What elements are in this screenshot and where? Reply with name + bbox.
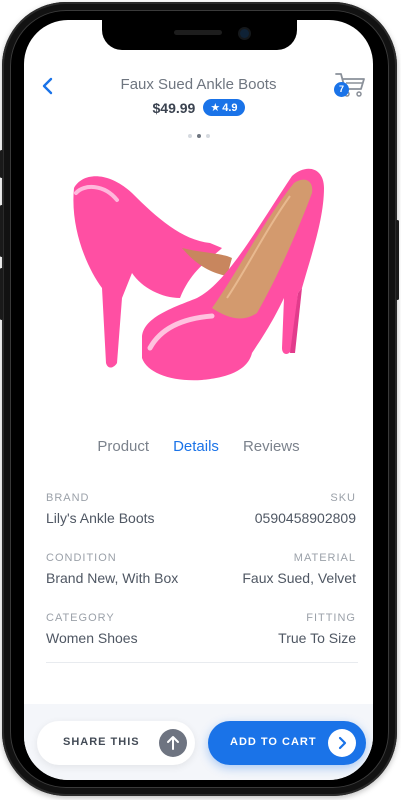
- phone-notch: [102, 20, 297, 50]
- tab-product[interactable]: Product: [97, 438, 149, 455]
- detail-row: CONDITION Brand New, With Box MATERIAL F…: [46, 552, 356, 612]
- phone-power-button: [396, 220, 399, 300]
- category-label: CATEGORY: [46, 612, 115, 624]
- condition-label: CONDITION: [46, 552, 117, 564]
- sku-value: 0590458902809: [254, 510, 356, 526]
- speaker-grille: [174, 30, 222, 35]
- pager-dot-active[interactable]: [196, 134, 201, 138]
- category-field: CATEGORY Women Shoes: [46, 612, 138, 672]
- material-label: MATERIAL: [293, 552, 356, 564]
- product-price: $49.99: [152, 99, 196, 116]
- brand-label: BRAND: [46, 492, 90, 504]
- fitting-field: FITTING True To Size: [278, 612, 356, 672]
- tab-reviews[interactable]: Reviews: [243, 438, 300, 455]
- brand-field: BRAND Lily's Ankle Boots: [46, 492, 155, 552]
- arrow-up-icon: [159, 729, 187, 757]
- pager-dot[interactable]: [187, 134, 192, 138]
- add-to-cart-button[interactable]: ADD TO CART: [208, 721, 366, 765]
- cart-count-badge: 7: [334, 82, 349, 97]
- brand-value: Lily's Ankle Boots: [46, 510, 155, 526]
- category-value: Women Shoes: [46, 630, 138, 646]
- share-label: SHARE THIS: [63, 736, 140, 748]
- detail-tabs: Product Details Reviews: [24, 438, 373, 455]
- material-field: MATERIAL Faux Sued, Velvet: [242, 552, 356, 612]
- add-to-cart-label: ADD TO CART: [230, 736, 317, 748]
- phone-volume-up-button: [0, 205, 3, 257]
- material-value: Faux Sued, Velvet: [242, 570, 356, 586]
- phone-volume-down-button: [0, 268, 3, 320]
- fitting-value: True To Size: [278, 630, 356, 646]
- sku-field: SKU 0590458902809: [255, 492, 356, 552]
- detail-row: CATEGORY Women Shoes FITTING True To Siz…: [46, 612, 356, 672]
- details-panel: BRAND Lily's Ankle Boots SKU 05904589028…: [46, 492, 356, 672]
- detail-row: BRAND Lily's Ankle Boots SKU 05904589028…: [46, 492, 356, 552]
- phone-side-button: [0, 150, 3, 178]
- rating-value: 4.9: [222, 101, 238, 114]
- front-camera: [240, 29, 249, 38]
- rating-badge: ★ 4.9: [203, 99, 245, 116]
- gallery-pager: [24, 134, 373, 138]
- star-icon: ★: [210, 102, 221, 114]
- app-screen: Faux Sued Ankle Boots $49.99 ★ 4.9 7 Pro…: [24, 20, 373, 780]
- tab-details[interactable]: Details: [173, 438, 219, 455]
- product-title: Faux Sued Ankle Boots: [120, 76, 277, 93]
- condition-value: Brand New, With Box: [46, 570, 179, 586]
- condition-field: CONDITION Brand New, With Box: [46, 552, 178, 612]
- fitting-label: FITTING: [306, 612, 356, 624]
- pager-dot[interactable]: [205, 134, 210, 138]
- sku-label: SKU: [330, 492, 356, 504]
- share-button[interactable]: SHARE THIS: [37, 721, 195, 765]
- price-row: $49.99 ★ 4.9: [24, 99, 373, 116]
- section-divider: [46, 662, 358, 663]
- chevron-right-icon: [328, 729, 356, 757]
- product-image: [73, 168, 324, 381]
